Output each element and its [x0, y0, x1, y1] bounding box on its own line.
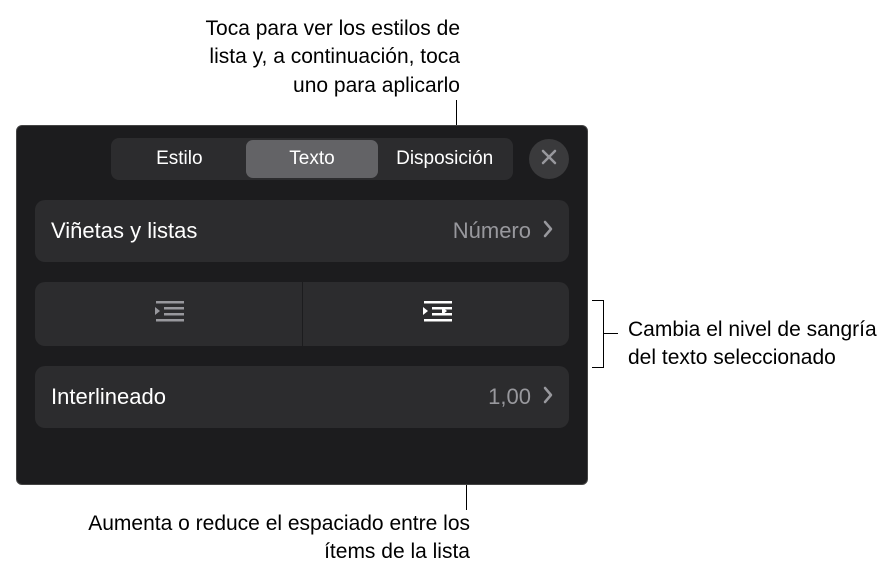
- tab-text[interactable]: Texto: [246, 140, 379, 178]
- bullets-lists-value: Número: [453, 218, 531, 244]
- panel-body: Viñetas y listas Número: [17, 192, 587, 466]
- line-spacing-value: 1,00: [488, 384, 531, 410]
- chevron-right-icon: [543, 220, 553, 243]
- close-button[interactable]: [529, 139, 569, 179]
- panel-header: Estilo Texto Disposición: [17, 126, 587, 192]
- line-spacing-row[interactable]: Interlineado 1,00: [35, 366, 569, 428]
- outdent-icon: [148, 298, 188, 331]
- indent-button[interactable]: [303, 282, 570, 346]
- callout-list-styles: Toca para ver los estilos de lista y, a …: [170, 15, 460, 100]
- indent-controls: [35, 282, 569, 346]
- close-icon: [540, 148, 558, 171]
- tab-layout[interactable]: Disposición: [378, 140, 511, 178]
- indent-icon: [416, 298, 456, 331]
- callout-spacing: Aumenta o reduce el espaciado entre los …: [70, 510, 470, 567]
- tab-style[interactable]: Estilo: [113, 140, 246, 178]
- format-panel: Estilo Texto Disposición Viñetas y lista…: [16, 125, 588, 485]
- callout-line: [604, 333, 618, 334]
- bullets-lists-row[interactable]: Viñetas y listas Número: [35, 200, 569, 262]
- callout-bracket: [592, 300, 604, 368]
- bullets-lists-label: Viñetas y listas: [51, 218, 453, 244]
- line-spacing-label: Interlineado: [51, 384, 488, 410]
- outdent-button[interactable]: [35, 282, 303, 346]
- callout-indent: Cambia el nivel de sangría del texto sel…: [628, 316, 878, 373]
- chevron-right-icon: [543, 386, 553, 409]
- format-tabs: Estilo Texto Disposición: [111, 138, 513, 180]
